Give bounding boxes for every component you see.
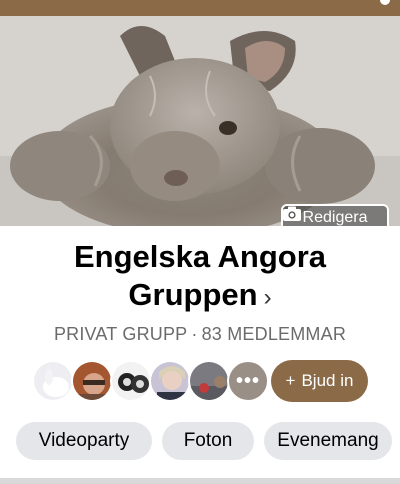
group-subtitle: PRIVAT GRUPP · 83 MEDLEMMAR: [0, 324, 400, 345]
corner-dot: [380, 0, 390, 5]
chip-videoparty[interactable]: Videoparty: [16, 422, 152, 460]
bottom-divider: [0, 478, 400, 484]
avatar[interactable]: [71, 360, 113, 402]
avatar-image: [73, 362, 111, 400]
privacy-label: PRIVAT GRUPP: [53, 324, 188, 344]
group-chips: Videoparty Foton Evenemang: [16, 422, 396, 462]
chip-label: Foton: [183, 430, 233, 451]
avatar[interactable]: [32, 360, 74, 402]
avatar-image: [190, 362, 228, 400]
avatar[interactable]: [110, 360, 152, 402]
camera-icon: [283, 206, 301, 221]
cover-photo[interactable]: Redigera: [0, 16, 400, 226]
chevron-right-icon: ›: [263, 284, 272, 311]
avatar-image: [34, 362, 72, 400]
edit-cover-button[interactable]: Redigera: [281, 204, 389, 226]
avatar[interactable]: [188, 360, 230, 402]
avatar[interactable]: [149, 360, 191, 402]
edit-cover-label: Redigera: [302, 209, 368, 226]
group-page: Redigera Engelska Angora Gruppen › PRIVAT…: [0, 0, 400, 484]
plus-icon: +: [285, 371, 296, 390]
group-title[interactable]: Engelska Angora Gruppen ›: [0, 238, 400, 317]
member-avatars[interactable]: •••: [32, 360, 292, 402]
invite-label: Bjud in: [301, 371, 354, 390]
more-members-button[interactable]: •••: [227, 360, 269, 402]
invite-button[interactable]: + Bjud in: [271, 360, 368, 402]
chip-label: Evenemang: [277, 430, 379, 451]
top-accent-strip: [0, 0, 400, 16]
member-count[interactable]: 83 MEDLEMMAR: [202, 324, 346, 344]
avatar-image: [112, 362, 150, 400]
chip-foton[interactable]: Foton: [162, 422, 254, 460]
rabbit-cover-image: [0, 16, 400, 226]
more-dots-icon: •••: [235, 369, 260, 392]
chip-label: Videoparty: [38, 430, 130, 451]
group-name: Engelska Angora Gruppen: [73, 239, 327, 312]
chip-evenemang[interactable]: Evenemang: [264, 422, 392, 460]
avatar-image: [151, 362, 189, 400]
separator: ·: [191, 324, 198, 344]
